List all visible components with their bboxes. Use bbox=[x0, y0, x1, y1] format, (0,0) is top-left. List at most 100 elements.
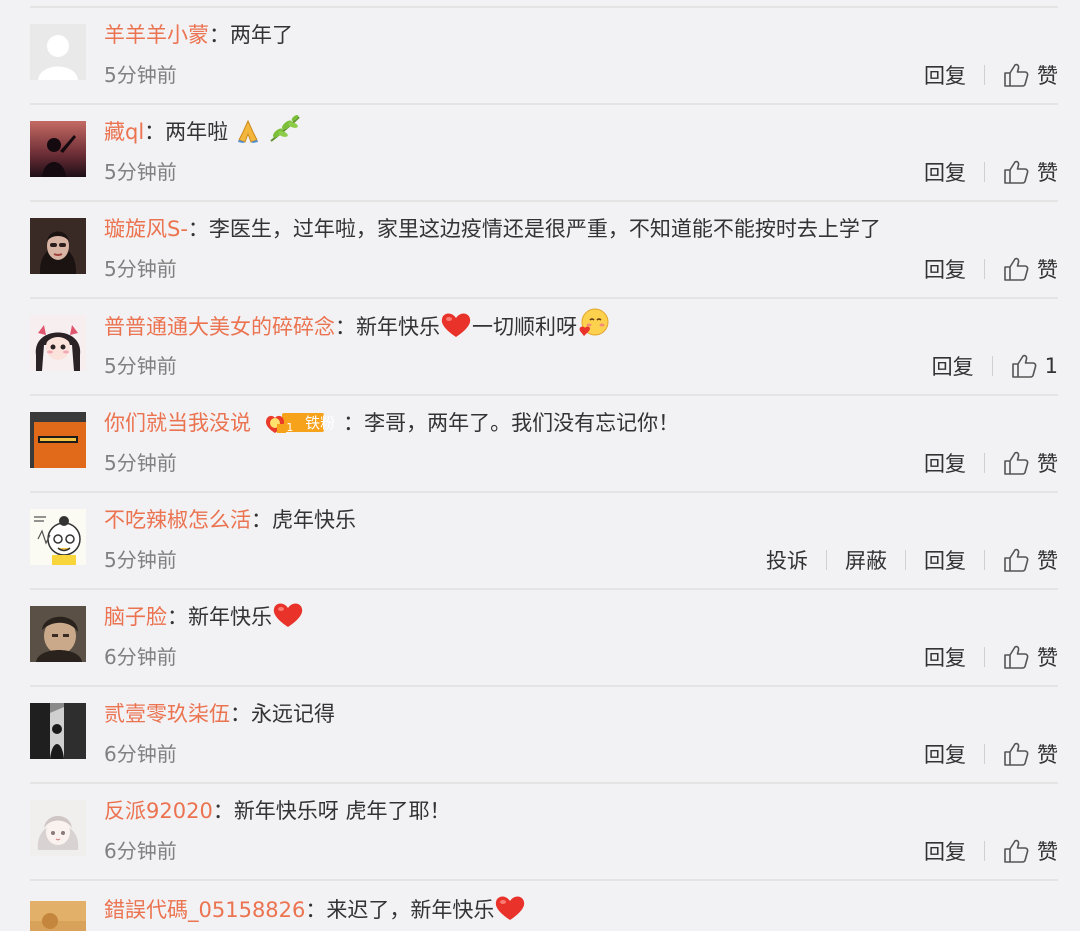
comment-actions: 回复 赞 bbox=[924, 155, 1058, 189]
reply-button[interactable]: 回复 bbox=[924, 254, 966, 284]
separator: ： bbox=[251, 508, 272, 532]
separator: ： bbox=[212, 799, 234, 823]
timestamp: 5分钟前 bbox=[104, 257, 177, 281]
olive-branch-emoji-icon bbox=[269, 115, 300, 142]
comment-text: 来迟了，新年快乐 bbox=[326, 898, 495, 922]
divider bbox=[30, 491, 1058, 493]
divider bbox=[30, 685, 1058, 687]
comment-item: 你们就当我没说 1 铁粉 ：李哥，两年了。我们没有忘记你！ 5分钟前 回复 赞 bbox=[0, 388, 1080, 485]
timestamp: 5分钟前 bbox=[104, 548, 177, 572]
reply-button[interactable]: 回复 bbox=[924, 642, 966, 672]
report-button[interactable]: 投诉 bbox=[766, 545, 808, 575]
avatar[interactable] bbox=[30, 509, 86, 565]
like-button[interactable]: 赞 bbox=[1003, 448, 1058, 478]
separator: ： bbox=[305, 898, 327, 922]
action-separator bbox=[984, 841, 985, 861]
username[interactable]: 羊羊羊小蒙 bbox=[104, 23, 209, 47]
like-button[interactable]: 赞 bbox=[1003, 545, 1058, 575]
like-label: 赞 bbox=[1037, 743, 1058, 767]
action-separator bbox=[984, 453, 985, 473]
divider bbox=[30, 782, 1058, 784]
timestamp: 5分钟前 bbox=[104, 160, 177, 184]
avatar[interactable] bbox=[30, 218, 86, 274]
username[interactable]: 脑子脸 bbox=[104, 605, 167, 629]
username[interactable]: 藏ql bbox=[104, 120, 144, 144]
avatar[interactable] bbox=[30, 606, 86, 662]
separator: ： bbox=[167, 605, 188, 629]
action-separator bbox=[984, 162, 985, 182]
comment-item: 錯誤代碼_05158826：来迟了，新年快乐 bbox=[0, 873, 1080, 931]
comment-item: 普普通通大美女的碎碎念：新年快乐 一切顺利呀 5分钟前 回复 1 bbox=[0, 291, 1080, 388]
thumbs-up-icon bbox=[1004, 742, 1029, 766]
username[interactable]: 錯誤代碼_05158826 bbox=[104, 898, 305, 922]
reply-button[interactable]: 回复 bbox=[924, 448, 966, 478]
anime-girl-avatar-icon bbox=[30, 315, 86, 371]
comment-actions: 回复 1 bbox=[932, 349, 1058, 383]
like-button[interactable]: 赞 bbox=[1003, 60, 1058, 90]
like-label: 赞 bbox=[1037, 452, 1058, 476]
reply-button[interactable]: 回复 bbox=[924, 157, 966, 187]
avatar[interactable] bbox=[30, 800, 86, 856]
orange-sign-photo-icon bbox=[30, 412, 86, 468]
thumbs-up-icon bbox=[1004, 645, 1029, 669]
like-button[interactable]: 赞 bbox=[1003, 836, 1058, 866]
thumbs-up-icon bbox=[1004, 451, 1029, 475]
username[interactable]: 璇旋风S- bbox=[104, 217, 188, 241]
cartoon-face-avatar-icon bbox=[30, 509, 86, 565]
action-separator bbox=[991, 356, 993, 376]
avatar[interactable] bbox=[30, 24, 86, 80]
reply-button[interactable]: 回复 bbox=[924, 836, 966, 866]
hugging-face-emoji-icon bbox=[579, 308, 609, 336]
thumbs-up-icon bbox=[1004, 548, 1029, 572]
timestamp: 5分钟前 bbox=[104, 451, 177, 475]
like-label: 赞 bbox=[1037, 161, 1058, 185]
separator: ： bbox=[230, 702, 251, 726]
comment-item: 贰壹零玖柒伍：永远记得 6分钟前 回复 赞 bbox=[0, 679, 1080, 776]
avatar[interactable] bbox=[30, 901, 86, 931]
light-anime-avatar-icon bbox=[30, 800, 86, 856]
default-user-icon bbox=[30, 24, 86, 80]
divider bbox=[30, 103, 1058, 105]
comment-text: 两年了 bbox=[230, 23, 293, 47]
avatar[interactable] bbox=[30, 412, 86, 468]
divider bbox=[30, 200, 1058, 202]
like-label: 赞 bbox=[1037, 258, 1058, 282]
username[interactable]: 你们就当我没说 bbox=[104, 411, 251, 435]
username[interactable]: 反派92020 bbox=[104, 799, 213, 823]
sunset-photo-icon bbox=[30, 121, 86, 177]
comment-text: 新年快乐 bbox=[356, 315, 440, 339]
reply-button[interactable]: 回复 bbox=[932, 351, 974, 381]
divider bbox=[30, 394, 1058, 396]
comment-list: 羊羊羊小蒙：两年了 5分钟前 回复 赞 藏ql：两年啦 5分钟前 回复 赞 璇旋… bbox=[0, 0, 1080, 931]
like-button[interactable]: 赞 bbox=[1003, 642, 1058, 672]
action-separator bbox=[984, 550, 985, 570]
comment-actions: 投诉 屏蔽 回复 赞 bbox=[766, 543, 1058, 577]
avatar[interactable] bbox=[30, 703, 86, 759]
block-button[interactable]: 屏蔽 bbox=[845, 545, 887, 575]
username[interactable]: 贰壹零玖柒伍 bbox=[104, 702, 230, 726]
comment-text-continued: 一切顺利呀 bbox=[472, 315, 577, 339]
thumbs-up-icon bbox=[1004, 257, 1029, 281]
timestamp: 5分钟前 bbox=[104, 63, 177, 87]
reply-button[interactable]: 回复 bbox=[924, 60, 966, 90]
like-count: 1 bbox=[1044, 354, 1058, 378]
timestamp: 6分钟前 bbox=[104, 645, 177, 669]
like-button[interactable]: 赞 bbox=[1003, 254, 1058, 284]
timestamp: 6分钟前 bbox=[104, 742, 177, 766]
comment-actions: 回复 赞 bbox=[924, 446, 1058, 480]
like-button[interactable]: 1 bbox=[1011, 354, 1058, 378]
divider bbox=[30, 879, 1058, 881]
like-label: 赞 bbox=[1037, 549, 1058, 573]
like-button[interactable]: 赞 bbox=[1003, 739, 1058, 769]
username[interactable]: 普普通通大美女的碎碎念 bbox=[104, 315, 335, 339]
avatar[interactable] bbox=[30, 315, 86, 371]
avatar[interactable] bbox=[30, 121, 86, 177]
reply-button[interactable]: 回复 bbox=[924, 545, 966, 575]
like-button[interactable]: 赞 bbox=[1003, 157, 1058, 187]
comment-text: 李哥，两年了。我们没有忘记你！ bbox=[364, 411, 680, 435]
username[interactable]: 不吃辣椒怎么活 bbox=[104, 508, 251, 532]
comment-item: 藏ql：两年啦 5分钟前 回复 赞 bbox=[0, 97, 1080, 194]
timestamp: 6分钟前 bbox=[104, 839, 177, 863]
reply-button[interactable]: 回复 bbox=[924, 739, 966, 769]
comment-actions: 回复 赞 bbox=[924, 834, 1058, 868]
